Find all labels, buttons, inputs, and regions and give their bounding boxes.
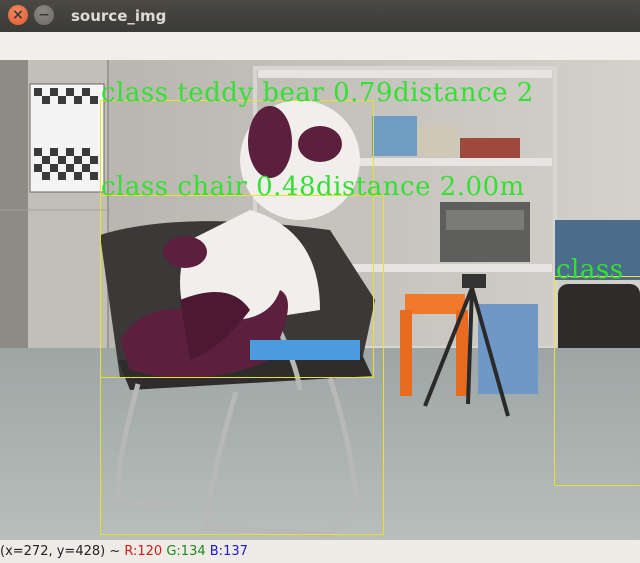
image-viewport[interactable]: class teddy bear 0.79distance 2 class ch…: [0, 60, 640, 540]
window-title: source_img: [71, 7, 167, 25]
minimize-button[interactable]: −: [34, 5, 54, 25]
close-button[interactable]: ×: [8, 5, 28, 25]
detection-box-right: [554, 276, 640, 486]
detection-label-teddy-bear: class teddy bear 0.79distance 2: [101, 78, 534, 108]
cursor-coordinates: (x=272, y=428) ~: [0, 544, 125, 559]
detection-box-chair: [100, 195, 384, 535]
title-bar: × − source_img: [0, 0, 640, 32]
minimize-icon: −: [38, 7, 50, 23]
detection-label-chair: class chair 0.48distance 2.00m: [101, 172, 525, 202]
close-icon: ×: [12, 7, 24, 23]
detection-label-right: class: [556, 255, 624, 285]
pixel-red-value: R:120: [124, 544, 163, 559]
toolbar-area: [0, 32, 640, 60]
status-bar: (x=272, y=428) ~ R:120 G:134 B:137: [0, 540, 640, 563]
pixel-green-value: G:134: [166, 544, 206, 559]
pixel-blue-value: B:137: [209, 544, 248, 559]
